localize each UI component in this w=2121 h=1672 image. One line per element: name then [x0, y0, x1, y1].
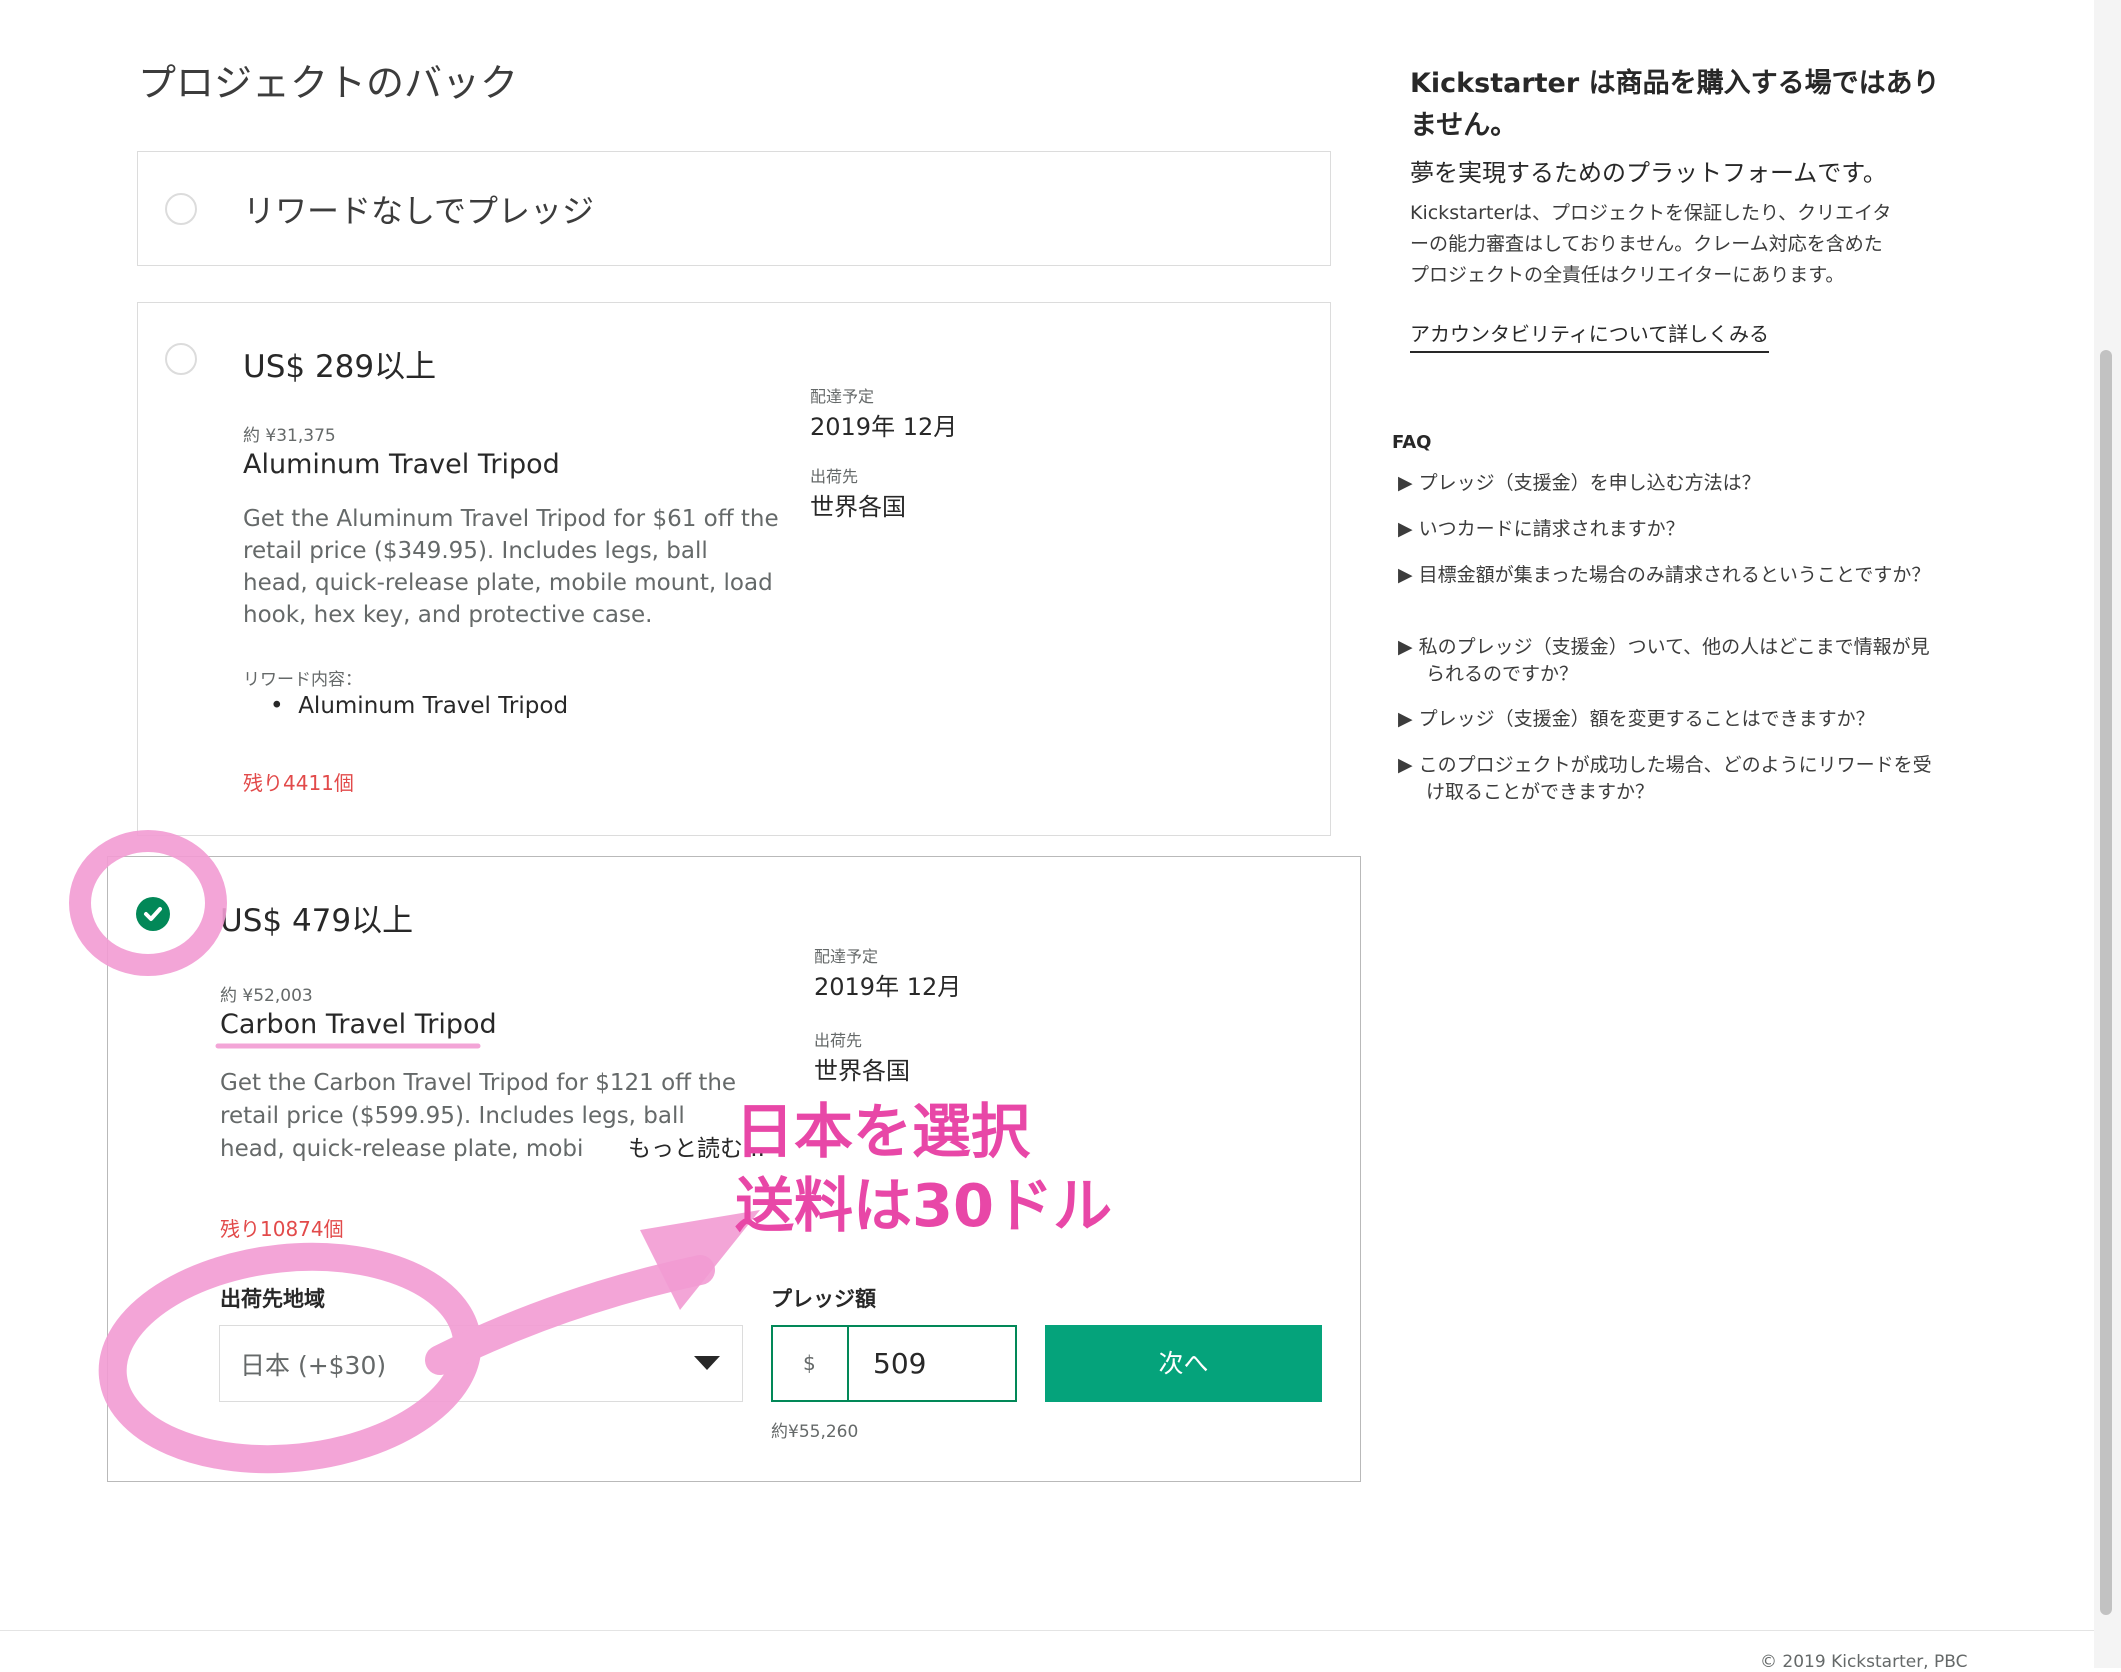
annotation-circle-region	[98, 1242, 482, 1474]
scrollbar-thumb[interactable]	[2100, 350, 2112, 1615]
footer-divider	[0, 1630, 2094, 1631]
annotation-circle-check	[69, 830, 227, 976]
annotation-marks	[69, 830, 760, 1474]
annotation-text: 日本を選択 送料は30ドル	[735, 1097, 1113, 1240]
footer-copyright: © 2019 Kickstarter, PBC	[1760, 1652, 1968, 1672]
annotation-arrow-shaft	[425, 1255, 715, 1375]
